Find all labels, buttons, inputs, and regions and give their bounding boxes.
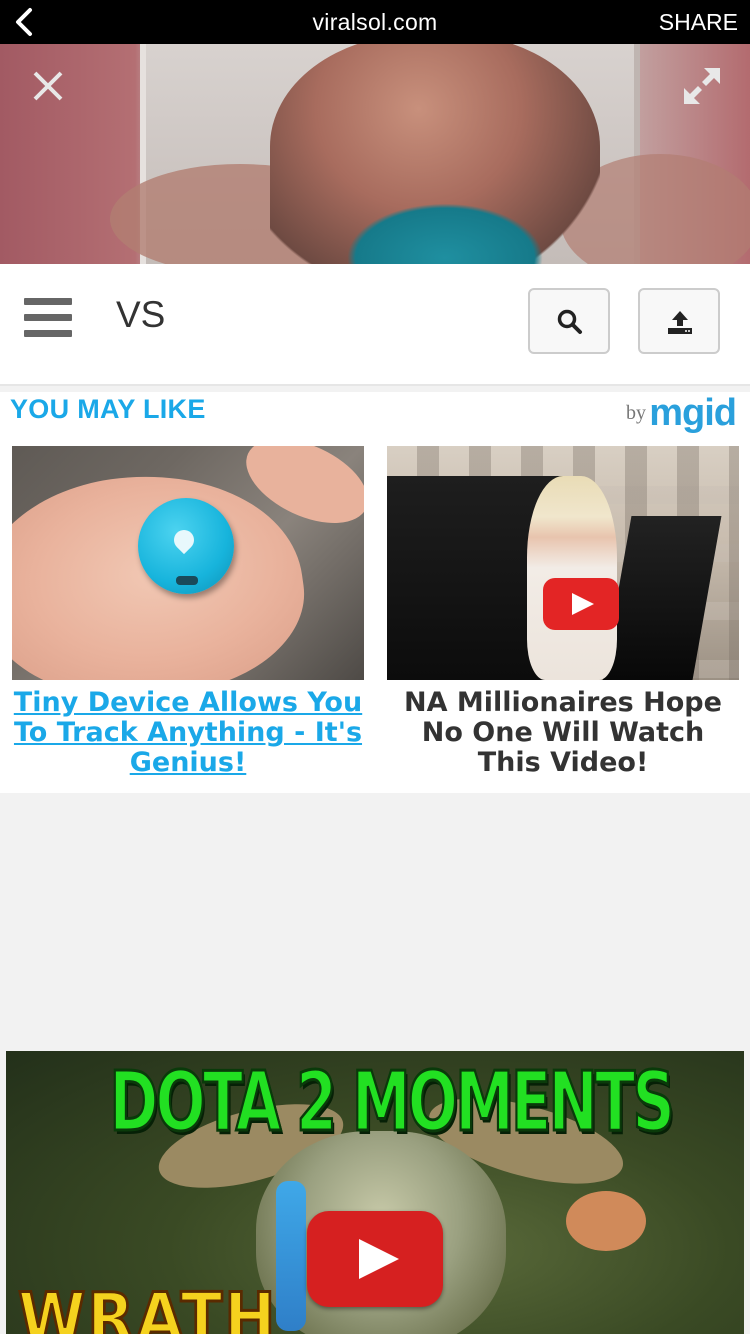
close-icon[interactable] xyxy=(30,68,66,104)
video-frame-clothing xyxy=(330,194,560,264)
hamburger-menu-icon[interactable] xyxy=(24,298,72,338)
video-player[interactable] xyxy=(0,44,750,264)
video-art-ear xyxy=(566,1191,646,1251)
browser-top-bar: viralsol.com SHARE xyxy=(0,0,750,44)
recommendations-heading: YOU MAY LIKE xyxy=(10,394,206,424)
by-label: by xyxy=(626,402,646,424)
site-header: VS xyxy=(0,264,750,386)
play-icon[interactable] xyxy=(543,578,619,630)
video-subtitle-overlay: WRATH xyxy=(17,1278,278,1334)
recommendation-title[interactable]: NA Millionaires Hope No One Will Watch T… xyxy=(387,688,739,778)
upload-button[interactable] xyxy=(638,288,720,354)
fullscreen-icon[interactable] xyxy=(682,66,722,106)
recommendation-thumbnail[interactable] xyxy=(387,446,739,680)
recommendation-card[interactable]: NA Millionaires Hope No One Will Watch T… xyxy=(387,446,739,778)
youtube-play-icon[interactable] xyxy=(307,1211,443,1307)
video-title-overlay: DOTA 2 MOMENTS xyxy=(108,1054,676,1152)
share-button[interactable]: SHARE xyxy=(659,9,738,36)
search-button[interactable] xyxy=(528,288,610,354)
page-url: viralsol.com xyxy=(312,9,438,35)
recommendation-card[interactable]: Tiny Device Allows You To Track Anything… xyxy=(12,446,364,778)
video-art-tear xyxy=(276,1181,306,1331)
upload-icon xyxy=(668,311,692,334)
search-icon xyxy=(557,309,582,334)
recommendation-thumbnail[interactable] xyxy=(12,446,364,680)
tracker-slot xyxy=(176,576,198,585)
recommendations-widget: YOU MAY LIKE by mgid Tiny Device Allows … xyxy=(0,392,750,793)
embedded-video[interactable]: DOTA 2 MOMENTS WRATH xyxy=(6,1051,744,1334)
recommendation-link[interactable]: Tiny Device Allows You To Track Anything… xyxy=(12,688,364,778)
site-title: VS xyxy=(116,294,166,335)
tracker-device-image xyxy=(138,498,234,594)
mgid-logo: mgid xyxy=(649,392,737,434)
tracker-logo xyxy=(169,525,199,555)
provider-attribution[interactable]: by mgid xyxy=(596,392,737,436)
